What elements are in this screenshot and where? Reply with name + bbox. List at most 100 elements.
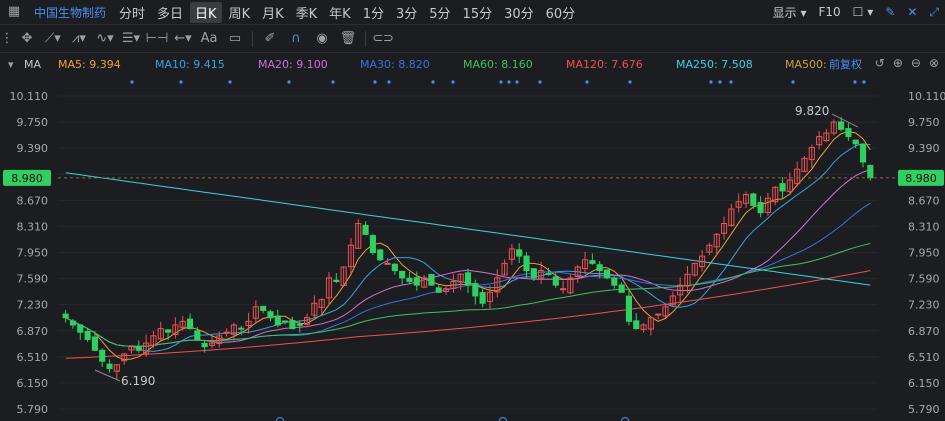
candle-body — [830, 121, 837, 134]
candle-body — [252, 306, 259, 319]
candle-body — [662, 306, 669, 317]
grid-icon[interactable]: ▦ — [6, 4, 22, 19]
period-tab-5[interactable]: 季K — [291, 2, 323, 23]
candle-body — [742, 194, 750, 204]
candle-body — [545, 273, 552, 276]
pen-icon[interactable]: ✎ — [885, 5, 895, 19]
candle-body — [772, 186, 779, 203]
adjust-dropdown[interactable]: 前复权 — [829, 56, 862, 72]
ma-collapse-icon[interactable]: ▾ — [8, 58, 14, 71]
period-tab-2[interactable]: 日K — [190, 1, 222, 23]
candle-body — [355, 223, 362, 249]
period-tab-3[interactable]: 周K — [224, 2, 256, 23]
display-dropdown[interactable]: 显示 ▾ — [773, 4, 807, 21]
candle-body — [786, 179, 793, 192]
candle-body — [589, 260, 596, 264]
candle-body — [596, 264, 603, 272]
move-icon[interactable]: ✥ — [14, 31, 40, 46]
candle-body — [647, 317, 654, 330]
arrow-tool-icon[interactable]: ←▾ — [170, 31, 196, 46]
event-marker — [331, 80, 335, 84]
top-bar: ▦ 中国生物制药 分时 多日 日K 周K 月K 季K 年K 1分 3分 5分 1… — [0, 0, 945, 25]
undo-icon[interactable]: ↺ — [875, 56, 885, 70]
candle-body — [867, 164, 874, 179]
text-tool[interactable]: Aa — [196, 31, 222, 46]
candle-body — [413, 277, 420, 286]
stock-name[interactable]: 中国生物制药 — [34, 4, 106, 21]
period-tab-9[interactable]: 5分 — [424, 2, 455, 23]
period-tab-4[interactable]: 月K — [257, 2, 289, 23]
candle-body — [179, 320, 186, 328]
eye-icon[interactable]: ◉ — [309, 31, 335, 46]
event-marker — [585, 80, 589, 84]
period-tab-0[interactable]: 分时 — [114, 2, 150, 23]
candle-body — [567, 277, 574, 294]
wave-tool-icon[interactable]: ∿▾ — [92, 31, 118, 46]
candle-body — [384, 262, 391, 265]
ma-line-ma30 — [65, 202, 871, 347]
period-tab-11[interactable]: 30分 — [499, 2, 539, 23]
period-tab-10[interactable]: 15分 — [458, 2, 498, 23]
toggle-icon[interactable]: ⊂⊃ — [370, 31, 396, 46]
y-tick-label: 7.230 — [17, 299, 49, 312]
checkbox-icon[interactable]: ☐ ▾ — [853, 5, 874, 19]
close-icon[interactable]: ✕ — [907, 5, 917, 19]
ma-line-ma120 — [65, 270, 871, 359]
candle-body — [318, 299, 325, 308]
event-marker — [499, 417, 507, 421]
y-tick-label: 9.030 — [908, 168, 940, 181]
y-tick-label: 6.870 — [17, 325, 49, 338]
candle-body — [157, 328, 164, 340]
y-tick-label: 5.790 — [17, 403, 49, 416]
candle-body — [494, 277, 501, 293]
candle-body — [838, 121, 845, 130]
y-tick-label: 7.590 — [908, 273, 940, 286]
period-tab-8[interactable]: 3分 — [391, 2, 422, 23]
candle-body — [267, 311, 274, 319]
candle-body — [684, 273, 691, 287]
period-tab-7[interactable]: 1分 — [358, 2, 389, 23]
candle-body — [801, 157, 808, 172]
candle-body — [472, 283, 479, 297]
eraser-icon[interactable]: ✐ — [257, 31, 283, 46]
candle-body — [442, 288, 450, 292]
add-icon[interactable]: ⊕ — [893, 56, 903, 70]
candle-body — [194, 330, 201, 340]
comment-icon[interactable]: ▭ — [222, 31, 248, 46]
period-tab-12[interactable]: 60分 — [541, 2, 581, 23]
candle-body — [538, 270, 545, 279]
candle-body — [655, 313, 662, 316]
polyline-tool-icon[interactable]: ⩘▾ — [66, 31, 92, 46]
period-tab-1[interactable]: 多日 — [152, 2, 188, 23]
event-markers — [130, 80, 866, 421]
trash-icon[interactable]: 🗑 — [335, 31, 361, 46]
candle-body — [311, 302, 318, 316]
candle-body — [135, 345, 142, 351]
ma250-label: MA250: 7.508 — [676, 57, 753, 71]
candle-body — [333, 279, 340, 282]
candle-body — [84, 330, 91, 340]
close-icon[interactable]: ⊗ — [929, 56, 939, 70]
ma-indicator-label[interactable]: MA — [24, 58, 41, 71]
fib-tool-icon[interactable]: ☰▾ — [118, 31, 144, 46]
ma60-label: MA60: 8.160 — [463, 57, 533, 71]
magnet-icon[interactable]: ∩ — [283, 31, 309, 46]
candle-body — [216, 335, 223, 345]
ma500-label: MA500: — [785, 57, 827, 71]
period-tab-6[interactable]: 年K — [324, 2, 356, 23]
measure-tool-icon[interactable]: ⊢⊣ — [144, 31, 170, 46]
f10-button[interactable]: F10 — [818, 5, 840, 19]
candle-body — [208, 342, 216, 346]
candle-body — [677, 284, 684, 296]
line-tool-icon[interactable]: ⟋▾ — [40, 31, 66, 46]
y-tick-label: 7.230 — [908, 299, 940, 312]
expand-icon[interactable]: ⤢ — [929, 5, 939, 20]
candle-body — [69, 320, 77, 326]
event-marker — [431, 80, 435, 84]
remove-icon[interactable]: ⊖ — [911, 56, 921, 70]
current-price-label: 8.980 — [905, 172, 937, 185]
candle-body — [859, 143, 867, 163]
candle-body — [245, 320, 252, 326]
candle-body — [757, 202, 764, 214]
y-tick-label: 8.310 — [908, 220, 940, 233]
